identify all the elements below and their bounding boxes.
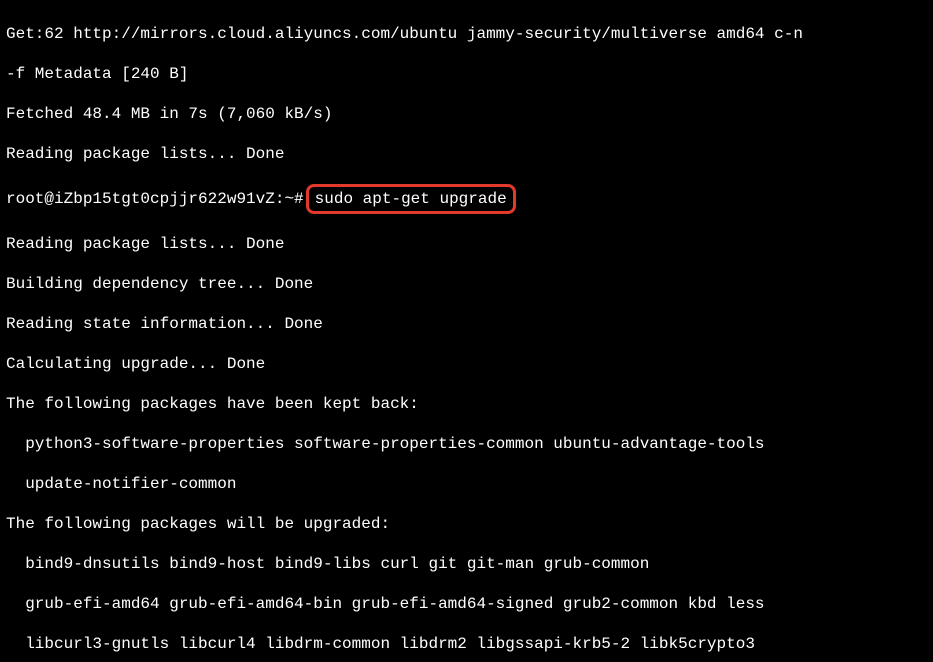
terminal-output[interactable]: Get:62 http://mirrors.cloud.aliyuncs.com… xyxy=(0,0,933,662)
output-line: -f Metadata [240 B] xyxy=(6,64,927,84)
output-line: Fetched 48.4 MB in 7s (7,060 kB/s) xyxy=(6,104,927,124)
package-item: libcurl3-gnutls libcurl4 libdrm-common l… xyxy=(6,634,927,654)
output-line: The following packages have been kept ba… xyxy=(6,394,927,414)
output-line: Reading package lists... Done xyxy=(6,234,927,254)
output-line: The following packages will be upgraded: xyxy=(6,514,927,534)
package-item: grub-efi-amd64 grub-efi-amd64-bin grub-e… xyxy=(6,594,927,614)
package-item: bind9-dnsutils bind9-host bind9-libs cur… xyxy=(6,554,927,574)
output-line: Building dependency tree... Done xyxy=(6,274,927,294)
output-line: Reading package lists... Done xyxy=(6,144,927,164)
command-highlight: sudo apt-get upgrade xyxy=(306,184,516,214)
command-text: sudo apt-get upgrade xyxy=(315,190,507,208)
output-line: Get:62 http://mirrors.cloud.aliyuncs.com… xyxy=(6,24,927,44)
shell-prompt: root@iZbp15tgt0cpjjr622w91vZ:~# xyxy=(6,190,304,208)
prompt-line: root@iZbp15tgt0cpjjr622w91vZ:~# sudo apt-… xyxy=(6,184,927,214)
output-line: Reading state information... Done xyxy=(6,314,927,334)
output-line: Calculating upgrade... Done xyxy=(6,354,927,374)
package-item: update-notifier-common xyxy=(6,474,927,494)
package-item: python3-software-properties software-pro… xyxy=(6,434,927,454)
